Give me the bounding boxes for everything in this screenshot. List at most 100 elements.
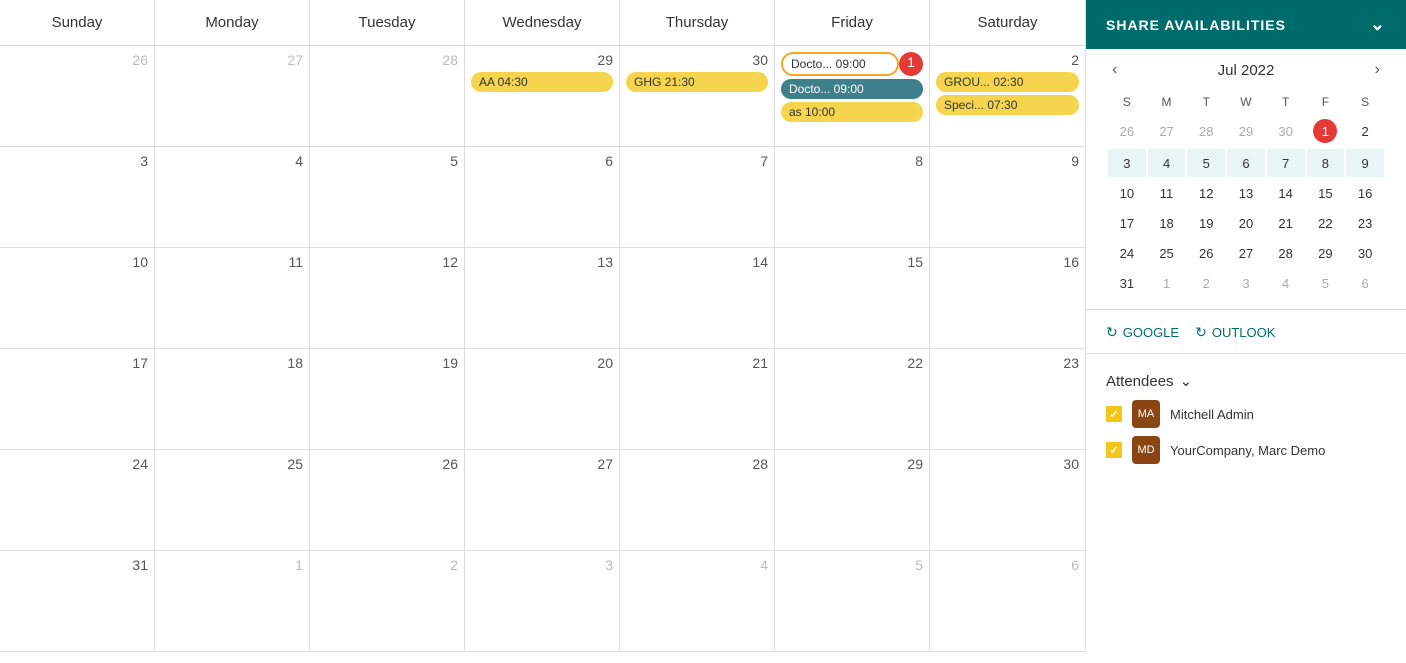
table-row[interactable]: 10 [0, 248, 155, 348]
table-row[interactable]: 18 [155, 349, 310, 449]
mini-cal-day-cell[interactable]: 8 [1307, 149, 1345, 177]
mini-cal-day-cell[interactable]: 6 [1346, 269, 1384, 297]
table-row[interactable]: 6 [465, 147, 620, 247]
mini-cal-day-cell[interactable]: 14 [1267, 179, 1305, 207]
mini-cal-day-cell[interactable]: 27 [1227, 239, 1265, 267]
table-row[interactable]: 28 [620, 450, 775, 550]
mini-cal-day-cell[interactable]: 15 [1307, 179, 1345, 207]
mini-cal-day-cell[interactable]: 21 [1267, 209, 1305, 237]
prev-month-button[interactable]: ‹ [1106, 59, 1123, 81]
attendees-label[interactable]: Attendees ⌄ [1106, 372, 1386, 390]
table-row[interactable]: 14 [620, 248, 775, 348]
attendee-checkbox[interactable]: ✓ [1106, 406, 1122, 422]
table-row[interactable]: 23 [930, 349, 1085, 449]
table-row[interactable]: 29AA 04:30 [465, 46, 620, 146]
mini-cal-day-cell[interactable]: 5 [1187, 149, 1225, 177]
mini-cal-day-cell[interactable]: 31 [1108, 269, 1146, 297]
mini-cal-day-cell[interactable]: 23 [1346, 209, 1384, 237]
mini-cal-day-cell[interactable]: 4 [1148, 149, 1186, 177]
mini-cal-day-cell[interactable]: 22 [1307, 209, 1345, 237]
attendee-checkbox[interactable]: ✓ [1106, 442, 1122, 458]
mini-cal-day-cell[interactable]: 29 [1307, 239, 1345, 267]
mini-cal-day-cell[interactable]: 9 [1346, 149, 1384, 177]
mini-cal-day-cell[interactable]: 10 [1108, 179, 1146, 207]
table-row[interactable]: 27 [155, 46, 310, 146]
table-row[interactable]: 21 [620, 349, 775, 449]
table-row[interactable]: 11 [155, 248, 310, 348]
table-row[interactable]: 16 [930, 248, 1085, 348]
table-row[interactable]: 7 [620, 147, 775, 247]
table-row[interactable]: 3 [0, 147, 155, 247]
mini-cal-day-cell[interactable]: 4 [1267, 269, 1305, 297]
table-row[interactable]: 29 [775, 450, 930, 550]
mini-cal-day-cell[interactable]: 26 [1187, 239, 1225, 267]
table-row[interactable]: 9 [930, 147, 1085, 247]
mini-cal-day-cell[interactable]: 12 [1187, 179, 1225, 207]
event-pill[interactable]: GROU... 02:30 [936, 72, 1079, 92]
table-row[interactable]: 3 [465, 551, 620, 651]
table-row[interactable]: 4 [155, 147, 310, 247]
mini-cal-day-cell[interactable]: 6 [1227, 149, 1265, 177]
mini-cal-day-cell[interactable]: 17 [1108, 209, 1146, 237]
event-pill[interactable]: AA 04:30 [471, 72, 613, 92]
mini-cal-day-cell[interactable]: 26 [1108, 115, 1146, 147]
mini-cal-day-cell[interactable]: 29 [1227, 115, 1265, 147]
google-link[interactable]: ↻ GOOGLE [1106, 324, 1179, 341]
table-row[interactable]: 22 [775, 349, 930, 449]
event-pill[interactable]: Speci... 07:30 [936, 95, 1079, 115]
table-row[interactable]: 1 [155, 551, 310, 651]
event-pill[interactable]: as 10:00 [781, 102, 923, 122]
mini-cal-day-cell[interactable]: 18 [1148, 209, 1186, 237]
outlook-link[interactable]: ↻ OUTLOOK [1195, 324, 1275, 341]
mini-cal-day-cell[interactable]: 24 [1108, 239, 1146, 267]
event-pill[interactable]: Docto... 09:00 [781, 52, 899, 76]
mini-cal-day-cell[interactable]: 25 [1148, 239, 1186, 267]
table-row[interactable]: 5 [775, 551, 930, 651]
mini-cal-day-cell[interactable]: 28 [1267, 239, 1305, 267]
table-row[interactable]: 6 [930, 551, 1085, 651]
mini-cal-day-cell[interactable]: 11 [1148, 179, 1186, 207]
table-row[interactable]: 2GROU... 02:30Speci... 07:30 [930, 46, 1085, 146]
table-row[interactable]: 24 [0, 450, 155, 550]
mini-cal-day-cell[interactable]: 2 [1187, 269, 1225, 297]
table-row[interactable]: 30GHG 21:30 [620, 46, 775, 146]
table-row[interactable]: 28 [310, 46, 465, 146]
mini-cal-day-cell[interactable]: 5 [1307, 269, 1345, 297]
mini-cal-day-cell[interactable]: 2 [1346, 115, 1384, 147]
event-pill[interactable]: Docto... 09:00 [781, 79, 923, 99]
table-row[interactable]: 25 [155, 450, 310, 550]
table-row[interactable]: 26 [0, 46, 155, 146]
mini-cal-day-cell[interactable]: 19 [1187, 209, 1225, 237]
event-pill[interactable]: GHG 21:30 [626, 72, 768, 92]
table-row[interactable]: 17 [0, 349, 155, 449]
table-row[interactable]: 2 [310, 551, 465, 651]
mini-cal-day-cell[interactable]: 30 [1346, 239, 1384, 267]
attendees-section: Attendees ⌄ ✓MAMitchell Admin✓MDYourComp… [1086, 362, 1406, 482]
mini-cal-day-cell[interactable]: 27 [1148, 115, 1186, 147]
table-row[interactable]: 13 [465, 248, 620, 348]
table-row[interactable]: 8 [775, 147, 930, 247]
mini-cal-day-cell[interactable]: 1 [1148, 269, 1186, 297]
mini-cal-day-cell[interactable]: 20 [1227, 209, 1265, 237]
table-row[interactable]: 15 [775, 248, 930, 348]
table-row[interactable]: 30 [930, 450, 1085, 550]
mini-cal-day-cell[interactable]: 3 [1227, 269, 1265, 297]
table-row[interactable]: 20 [465, 349, 620, 449]
mini-cal-day-cell[interactable]: 28 [1187, 115, 1225, 147]
share-availabilities-button[interactable]: SHARE AVAILABILITIES ⌄ [1086, 0, 1406, 49]
mini-cal-day-cell[interactable]: 16 [1346, 179, 1384, 207]
mini-cal-day-cell[interactable]: 7 [1267, 149, 1305, 177]
table-row[interactable]: 19 [310, 349, 465, 449]
table-row[interactable]: 5 [310, 147, 465, 247]
mini-cal-day-cell[interactable]: 30 [1267, 115, 1305, 147]
mini-cal-day-cell[interactable]: 13 [1227, 179, 1265, 207]
table-row[interactable]: 12 [310, 248, 465, 348]
table-row[interactable]: 27 [465, 450, 620, 550]
mini-cal-day-cell[interactable]: 3 [1108, 149, 1146, 177]
mini-cal-day-cell[interactable]: 1 [1307, 115, 1345, 147]
table-row[interactable]: 31 [0, 551, 155, 651]
table-row[interactable]: 1Docto... 09:00Docto... 09:00as 10:00 [775, 46, 930, 146]
next-month-button[interactable]: › [1369, 59, 1386, 81]
table-row[interactable]: 26 [310, 450, 465, 550]
table-row[interactable]: 4 [620, 551, 775, 651]
